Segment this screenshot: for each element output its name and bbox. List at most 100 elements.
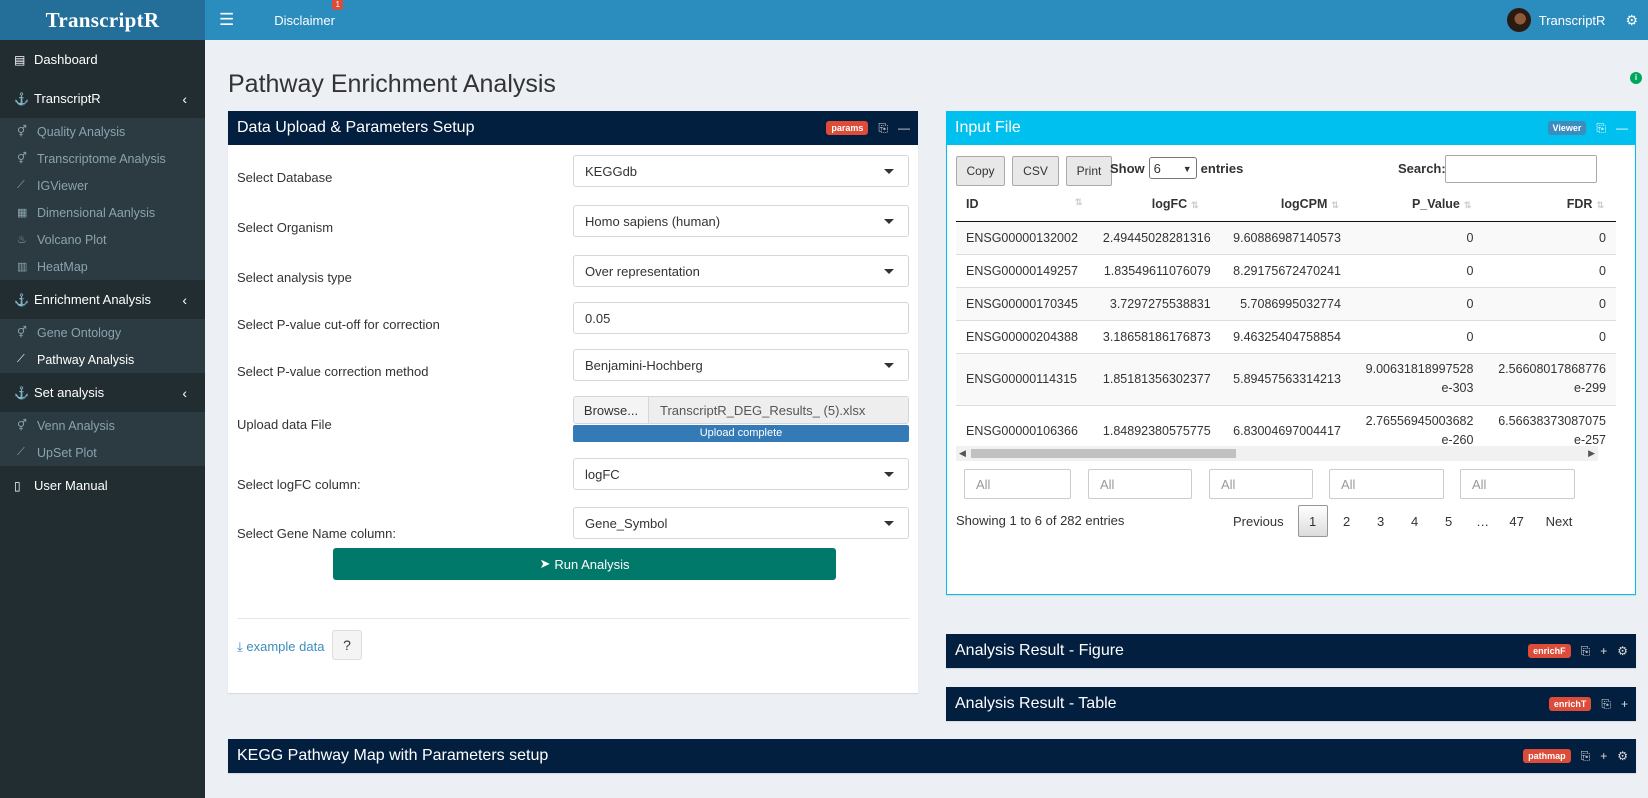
expand-icon[interactable]: + [1600, 749, 1607, 763]
browse-button[interactable]: Browse... [574, 397, 649, 423]
table-row[interactable]: ENSG00000204388 3.18658186176873 9.46325… [956, 319, 1616, 353]
gears-icon[interactable]: ⚙ [1625, 12, 1638, 29]
database-value: KEGGdb [585, 163, 638, 179]
user-cog-icon[interactable]: ⚙ [1617, 644, 1628, 658]
pagination-next[interactable]: Next [1540, 505, 1579, 537]
logfc-label: Select logFC column: [237, 477, 361, 492]
filter-input-pvalue[interactable]: All [1329, 469, 1444, 499]
volcano-icon: ♨ [17, 234, 27, 246]
sidebar-item-enrichment-analysis[interactable]: ⚓ Enrichment Analysis ‹ [0, 280, 205, 319]
table-cell: 3.7297275538831 [1090, 286, 1221, 320]
csv-button[interactable]: CSV [1012, 156, 1059, 186]
filter-input-fdr[interactable]: All [1460, 469, 1575, 499]
sidebar-item-volcano-plot[interactable]: ♨ Volcano Plot [0, 226, 205, 253]
sidebar-item-user-manual[interactable]: ▯ User Manual [0, 466, 205, 505]
page-length-select[interactable]: 6 ▼ [1148, 157, 1197, 179]
disclaimer-badge: 1 [332, 0, 343, 10]
organism-select[interactable]: Homo sapiens (human) [573, 205, 909, 237]
sidebar-item-heatmap[interactable]: ▥ HeatMap [0, 253, 205, 280]
file-export-icon[interactable]: ⎘ [1596, 121, 1606, 136]
filter-input-logcpm[interactable]: All [1209, 469, 1313, 499]
help-button[interactable]: ? [332, 630, 362, 660]
pagination-previous[interactable]: Previous [1227, 505, 1290, 537]
app-logo[interactable]: TranscriptR [0, 0, 205, 40]
user-name[interactable]: TranscriptR [1539, 13, 1606, 28]
column-header-pvalue[interactable]: P_Value ⇅ [1350, 187, 1484, 222]
user-avatar[interactable] [1506, 8, 1531, 32]
filter-input-id[interactable]: All [964, 469, 1071, 499]
column-header-logcpm[interactable]: logCPM ⇅ [1220, 187, 1351, 222]
sort-icon: ⇅ [1596, 199, 1604, 210]
collapse-icon[interactable]: — [898, 121, 910, 135]
table-row[interactable]: ENSG00000132002 2.49445028281316 9.60886… [956, 220, 1616, 254]
info-icon[interactable]: i [1630, 72, 1642, 84]
table-cell: 1.83549611076079 [1090, 253, 1221, 287]
table-row[interactable]: ENSG00000149257 1.83549611076079 8.29175… [956, 253, 1616, 287]
sidebar-item-upset-plot[interactable]: ⟋ UpSet Plot [0, 439, 205, 466]
scroll-left-icon[interactable]: ◀ [959, 448, 966, 459]
scrollbar-thumb[interactable] [971, 449, 1236, 458]
sidebar-item-transcriptome-analysis[interactable]: ⚥ Transcriptome Analysis [0, 145, 205, 172]
figure-box-title: Analysis Result - Figure [955, 642, 1124, 659]
filter-input-logfc[interactable]: All [1088, 469, 1192, 499]
sidebar-toggle-icon[interactable]: ☰ [219, 10, 234, 30]
gene-name-select[interactable]: Gene_Symbol [573, 507, 909, 539]
sidebar-item-label: Gene Ontology [37, 325, 122, 340]
entries-label: entries [1200, 160, 1244, 176]
run-analysis-button[interactable]: ➤ Run Analysis [333, 548, 836, 580]
kegg-box-header[interactable]: KEGG Pathway Map with Parameters setup p… [228, 739, 1636, 773]
line-chart-icon: ⟋ [17, 179, 25, 191]
sidebar-item-pathway-analysis[interactable]: ⟋ Pathway Analysis [0, 346, 205, 373]
venus-mars-icon: ⚥ [17, 420, 27, 432]
file-export-icon[interactable]: ⎘ [878, 121, 888, 136]
sidebar-item-venn-analysis[interactable]: ⚥ Venn Analysis [0, 412, 205, 439]
pagination-page-5[interactable]: 5 [1434, 505, 1464, 537]
scroll-right-icon[interactable]: ▶ [1588, 448, 1595, 459]
table-box-header[interactable]: Analysis Result - Table enrichT ⎘ + [946, 687, 1636, 721]
expand-icon[interactable]: + [1621, 697, 1628, 711]
venus-mars-icon: ⚥ [17, 153, 27, 165]
disclaimer-link[interactable]: Disclaimer 1 [274, 0, 343, 28]
file-export-icon[interactable]: ⎘ [1581, 749, 1591, 764]
table-cell: 0 [1483, 286, 1616, 320]
file-export-icon[interactable]: ⎘ [1601, 697, 1611, 712]
top-navbar: TranscriptR ☰ Disclaimer 1 TranscriptR ⚙ [0, 0, 1648, 40]
line-chart-icon: ⟋ [17, 446, 25, 458]
column-header-fdr[interactable]: FDR ⇅ [1483, 187, 1616, 222]
anchor-icon: ⚓ [14, 91, 29, 106]
analysis-type-select[interactable]: Over representation [573, 255, 909, 287]
pvalue-cutoff-input[interactable]: 0.05 [573, 302, 909, 334]
collapse-icon[interactable]: — [1616, 121, 1628, 135]
print-button[interactable]: Print [1066, 156, 1112, 186]
pagination-page-2[interactable]: 2 [1332, 505, 1362, 537]
sidebar-item-igviewer[interactable]: ⟋ IGViewer [0, 172, 205, 199]
correction-select[interactable]: Benjamini-Hochberg [573, 349, 909, 381]
horizontal-scrollbar[interactable]: ◀ ▶ [956, 446, 1598, 461]
expand-icon[interactable]: + [1600, 644, 1607, 658]
example-data-link[interactable]: ⤓ example data [237, 639, 324, 655]
sidebar-item-transcriptr[interactable]: ⚓ TranscriptR ‹ [0, 79, 205, 118]
sidebar-item-dashboard[interactable]: ▤ Dashboard [0, 40, 205, 79]
pagination-page-47[interactable]: 47 [1502, 505, 1532, 537]
logfc-select[interactable]: logFC [573, 458, 909, 490]
figure-box-header[interactable]: Analysis Result - Figure enrichF ⎘ + ⚙ [946, 634, 1636, 668]
pagination-page-1[interactable]: 1 [1297, 505, 1328, 537]
copy-button[interactable]: Copy [956, 156, 1005, 186]
sidebar-item-dimensional-analysis[interactable]: ▦ Dimensional Aanlysis [0, 199, 205, 226]
pagination-page-4[interactable]: 4 [1400, 505, 1430, 537]
database-select[interactable]: KEGGdb [573, 155, 909, 187]
table-cell: 5.7086995032774 [1220, 286, 1351, 320]
sidebar-item-set-analysis[interactable]: ⚓ Set analysis ‹ [0, 373, 205, 412]
table-row[interactable]: ENSG00000170345 3.7297275538831 5.708699… [956, 286, 1616, 320]
file-name-field[interactable]: TranscriptR_DEG_Results_ (5).xlsx [649, 397, 908, 423]
sidebar-item-quality-analysis[interactable]: ⚥ Quality Analysis [0, 118, 205, 145]
pagination-page-3[interactable]: 3 [1366, 505, 1396, 537]
search-input[interactable] [1445, 155, 1597, 183]
user-cog-icon[interactable]: ⚙ [1617, 749, 1628, 763]
file-export-icon[interactable]: ⎘ [1581, 644, 1591, 659]
column-header-id[interactable]: ID ⇅ [956, 187, 1091, 222]
kegg-box: KEGG Pathway Map with Parameters setup p… [228, 739, 1636, 773]
column-header-logfc[interactable]: logFC ⇅ [1090, 187, 1221, 222]
sidebar-item-gene-ontology[interactable]: ⚥ Gene Ontology [0, 319, 205, 346]
table-row[interactable]: ENSG00000114315 1.85181356302377 5.89457… [956, 352, 1616, 405]
